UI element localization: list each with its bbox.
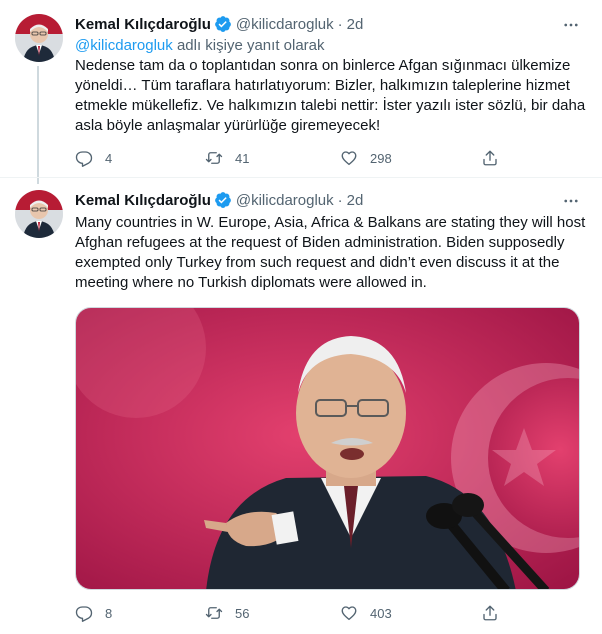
avatar-image [15,190,63,238]
reply-icon [75,151,93,167]
tweet-text-line: Afghan refugees at the request of Biden … [75,234,565,251]
author-handle[interactable]: @kilicdarogluk [236,192,334,209]
photo-image [76,308,579,589]
reply-button[interactable]: 4 [75,148,112,168]
separator-dot: · [337,15,343,33]
author-name[interactable]: Kemal Kılıçdaroğlu [75,16,211,33]
retweet-count: 56 [235,605,250,621]
reply-suffix: adlı kişiye yanıt olarak [176,37,325,54]
tweet-text: Nedense tam da o toplantıdan sonra on bi… [75,56,585,136]
more-options-icon[interactable] [562,192,580,210]
like-count: 403 [370,605,392,621]
action-bar: 8 56 403 [75,603,505,623]
verified-badge-icon [214,15,232,33]
tweet-divider [0,177,602,178]
share-button[interactable] [481,603,499,623]
like-icon [341,151,357,166]
tweet-2[interactable]: Kemal Kılıçdaroğlu @kilicdarogluk · 2d M… [0,190,602,630]
action-bar: 4 41 298 [75,148,505,168]
tweet-text-line: Many countries in W. Europe, Asia, Afric… [75,214,586,231]
reply-button[interactable]: 8 [75,603,112,623]
share-icon [483,150,497,166]
like-button[interactable]: 298 [340,148,392,168]
tweet-header: Kemal Kılıçdaroğlu @kilicdarogluk · 2d [75,14,363,34]
tweet-text-line: Nedense tam da o toplantıdan sonra on bi… [75,57,571,74]
tweet-text-line: meeting where no Turkish diplomats were … [75,274,427,291]
timestamp[interactable]: 2d [347,192,364,209]
tweet-text-line: exempted only Turkey from such request a… [75,254,560,271]
replying-to: @kilicdarogluk adlı kişiye yanıt olarak [75,37,325,54]
like-button[interactable]: 403 [340,603,392,623]
retweet-button[interactable]: 41 [205,148,249,168]
retweet-button[interactable]: 56 [205,603,249,623]
avatar[interactable] [15,190,63,238]
like-count: 298 [370,150,392,166]
reply-icon [75,606,93,622]
tweet-header: Kemal Kılıçdaroğlu @kilicdarogluk · 2d [75,190,363,210]
timestamp[interactable]: 2d [347,16,364,33]
tweet-1[interactable]: Kemal Kılıçdaroğlu @kilicdarogluk · 2d @… [0,14,602,174]
tweet-text-line: etmekle mükellefiz. Ve halkımızın talebi… [75,97,586,114]
tweet-text: Many countries in W. Europe, Asia, Afric… [75,213,585,293]
tweet-text-line: yöneldi… Tüm taraflara hatırlatıyorum: B… [75,77,570,94]
verified-badge-icon [214,191,232,209]
avatar-image [15,14,63,62]
author-name[interactable]: Kemal Kılıçdaroğlu [75,192,211,209]
reply-count: 8 [105,605,113,621]
retweet-count: 41 [235,150,250,166]
reply-count: 4 [105,150,113,166]
avatar[interactable] [15,14,63,62]
separator-dot: · [337,191,343,209]
tweet-photo[interactable] [75,307,580,590]
reply-mention-link[interactable]: @kilicdarogluk [75,37,173,54]
more-options-icon[interactable] [562,16,580,34]
tweet-text-line: asla böyle anlaşmalar yürürlüğe giremeye… [75,117,381,134]
retweet-icon [205,152,223,164]
retweet-icon [205,607,223,619]
share-icon [483,605,497,621]
share-button[interactable] [481,148,499,168]
like-icon [341,606,357,621]
author-handle[interactable]: @kilicdarogluk [236,16,334,33]
